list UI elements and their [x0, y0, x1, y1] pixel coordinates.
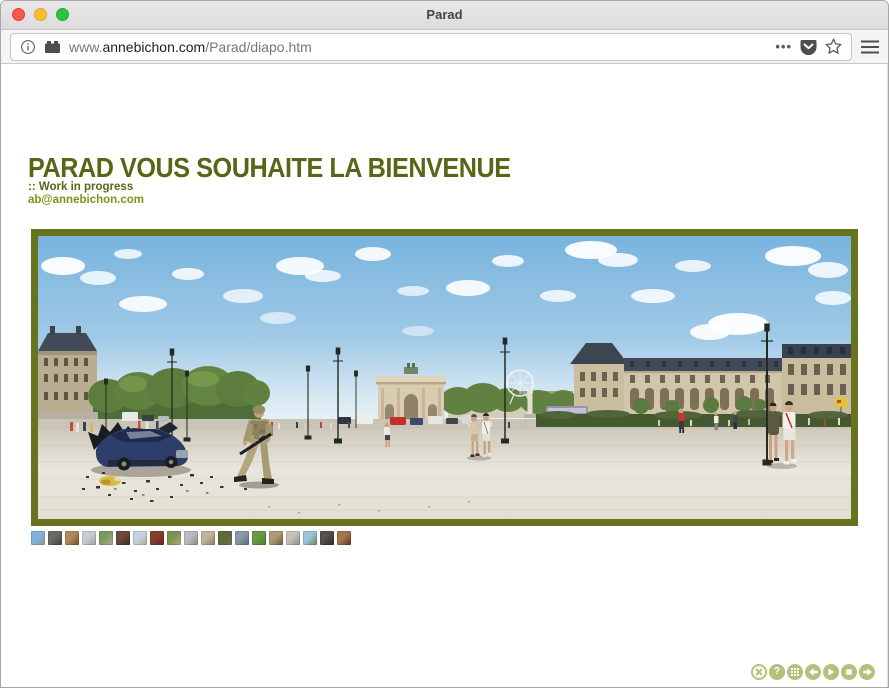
url-text[interactable]: www.annebichon.com/Parad/diapo.htm	[69, 39, 767, 55]
thumbnail[interactable]	[133, 531, 147, 545]
url-path: /Parad/diapo.htm	[205, 39, 312, 55]
close-slideshow-button[interactable]	[751, 664, 767, 680]
thumbnail[interactable]	[235, 531, 249, 545]
thumbnail[interactable]	[337, 531, 351, 545]
slideshow-controls: ?	[751, 664, 875, 680]
window-title: Parad	[1, 1, 888, 29]
subtitle: :: Work in progress	[28, 181, 133, 193]
thumbnail[interactable]	[65, 531, 79, 545]
pocket-icon[interactable]	[800, 39, 817, 55]
panorama-image[interactable]	[38, 236, 851, 519]
slideshow-frame	[31, 229, 858, 526]
thumbnail[interactable]	[99, 531, 113, 545]
traffic-lights	[12, 8, 69, 21]
thumbnail[interactable]	[303, 531, 317, 545]
menu-icon[interactable]	[861, 40, 879, 54]
previous-button[interactable]	[805, 664, 821, 680]
page-title: PARAD VOUS SOUHAITE LA BIENVENUE	[28, 152, 511, 184]
window-titlebar: Parad	[1, 1, 888, 30]
thumbnail[interactable]	[167, 531, 181, 545]
question-mark-icon: ?	[774, 667, 780, 677]
next-button[interactable]	[859, 664, 875, 680]
site-info-icon[interactable]	[20, 39, 36, 55]
briefcase-icon[interactable]	[44, 40, 61, 54]
url-domain: annebichon.com	[102, 39, 205, 55]
louvre-left-pavilion	[38, 326, 97, 421]
thumbnail[interactable]	[31, 531, 45, 545]
thumbnail[interactable]	[116, 531, 130, 545]
thumbnail[interactable]	[150, 531, 164, 545]
url-bar[interactable]: www.annebichon.com/Parad/diapo.htm •••	[10, 33, 852, 61]
thumbnail[interactable]	[286, 531, 300, 545]
index-grid-button[interactable]	[787, 664, 803, 680]
thumbnail[interactable]	[184, 531, 198, 545]
thumbnail[interactable]	[82, 531, 96, 545]
thumbnail[interactable]	[218, 531, 232, 545]
louvre-pavilion-center-right	[570, 343, 628, 416]
page-content: PARAD VOUS SOUHAITE LA BIENVENUE :: Work…	[1, 64, 888, 688]
thumbnail[interactable]	[320, 531, 334, 545]
page-actions-icon[interactable]: •••	[775, 39, 792, 54]
stop-button[interactable]	[841, 664, 857, 680]
zoom-window-button[interactable]	[56, 8, 69, 21]
play-button[interactable]	[823, 664, 839, 680]
bookmark-star-icon[interactable]	[825, 38, 842, 55]
navigation-toolbar: www.annebichon.com/Parad/diapo.htm •••	[1, 30, 888, 64]
email-link[interactable]: ab@annebichon.com	[28, 194, 144, 206]
thumbnail-strip	[31, 531, 351, 545]
close-window-button[interactable]	[12, 8, 25, 21]
thumbnail[interactable]	[48, 531, 62, 545]
thumbnail[interactable]	[269, 531, 283, 545]
url-prefix: www.	[69, 39, 102, 55]
help-button[interactable]: ?	[769, 664, 785, 680]
thumbnail[interactable]	[252, 531, 266, 545]
browser-window: Parad www.annebichon.com/Parad/diapo.htm…	[0, 0, 889, 688]
minimize-window-button[interactable]	[34, 8, 47, 21]
thumbnail[interactable]	[201, 531, 215, 545]
